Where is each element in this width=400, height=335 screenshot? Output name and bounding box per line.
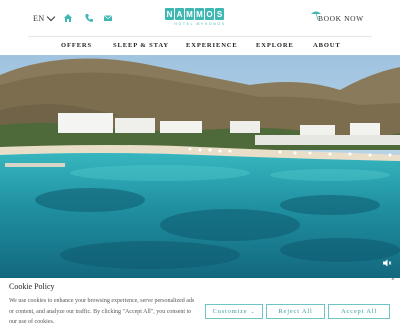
home-icon[interactable] <box>63 13 73 23</box>
mute-icon[interactable] <box>382 258 392 268</box>
book-now-button[interactable]: BOOK NOW <box>318 14 364 23</box>
logo-subtitle: HOTEL MYKONOS <box>174 22 226 26</box>
logo-mark: NAMMOS <box>165 8 235 20</box>
reject-all-button[interactable]: Reject All <box>266 304 325 319</box>
accept-all-button[interactable]: Accept All <box>328 304 390 319</box>
logo-letter: A <box>175 8 184 20</box>
main-nav: OFFERS SLEEP & STAY EXPERIENCE EXPLORE A… <box>0 42 400 52</box>
logo-letter: O <box>205 8 214 20</box>
chevron-down-icon <box>46 12 55 22</box>
close-icon[interactable]: × <box>391 277 395 283</box>
nav-item-about[interactable]: ABOUT <box>313 42 341 49</box>
logo[interactable]: NAMMOS HOTEL MYKONOS <box>165 8 235 30</box>
mail-icon[interactable] <box>103 13 113 23</box>
customize-label: Customize <box>212 308 248 315</box>
cookie-text: We use cookies to enhance your browsing … <box>9 298 195 325</box>
logo-letter: M <box>185 8 194 20</box>
cookie-banner: × Cookie Policy We use cookies to enhanc… <box>0 277 400 335</box>
phone-icon[interactable] <box>84 13 94 23</box>
logo-letter: M <box>195 8 204 20</box>
header-divider <box>28 36 372 37</box>
customize-button[interactable]: Customize ⌄ <box>205 304 263 319</box>
logo-letter: S <box>215 8 224 20</box>
language-selector[interactable]: EN <box>33 12 55 23</box>
chevron-down-icon: ⌄ <box>250 309 256 315</box>
nav-item-explore[interactable]: EXPLORE <box>256 42 294 49</box>
cookie-title: Cookie Policy <box>9 282 55 291</box>
language-label: EN <box>33 14 45 23</box>
nav-item-experience[interactable]: EXPERIENCE <box>186 42 238 49</box>
nav-item-sleep-stay[interactable]: SLEEP & STAY <box>113 42 169 49</box>
logo-letter: N <box>165 8 174 20</box>
hero-image <box>0 55 400 278</box>
nav-item-offers[interactable]: OFFERS <box>61 42 92 49</box>
site-header: EN NAMMOS HOTEL MYKONOS BOOK NOW OFFERS … <box>0 0 400 55</box>
